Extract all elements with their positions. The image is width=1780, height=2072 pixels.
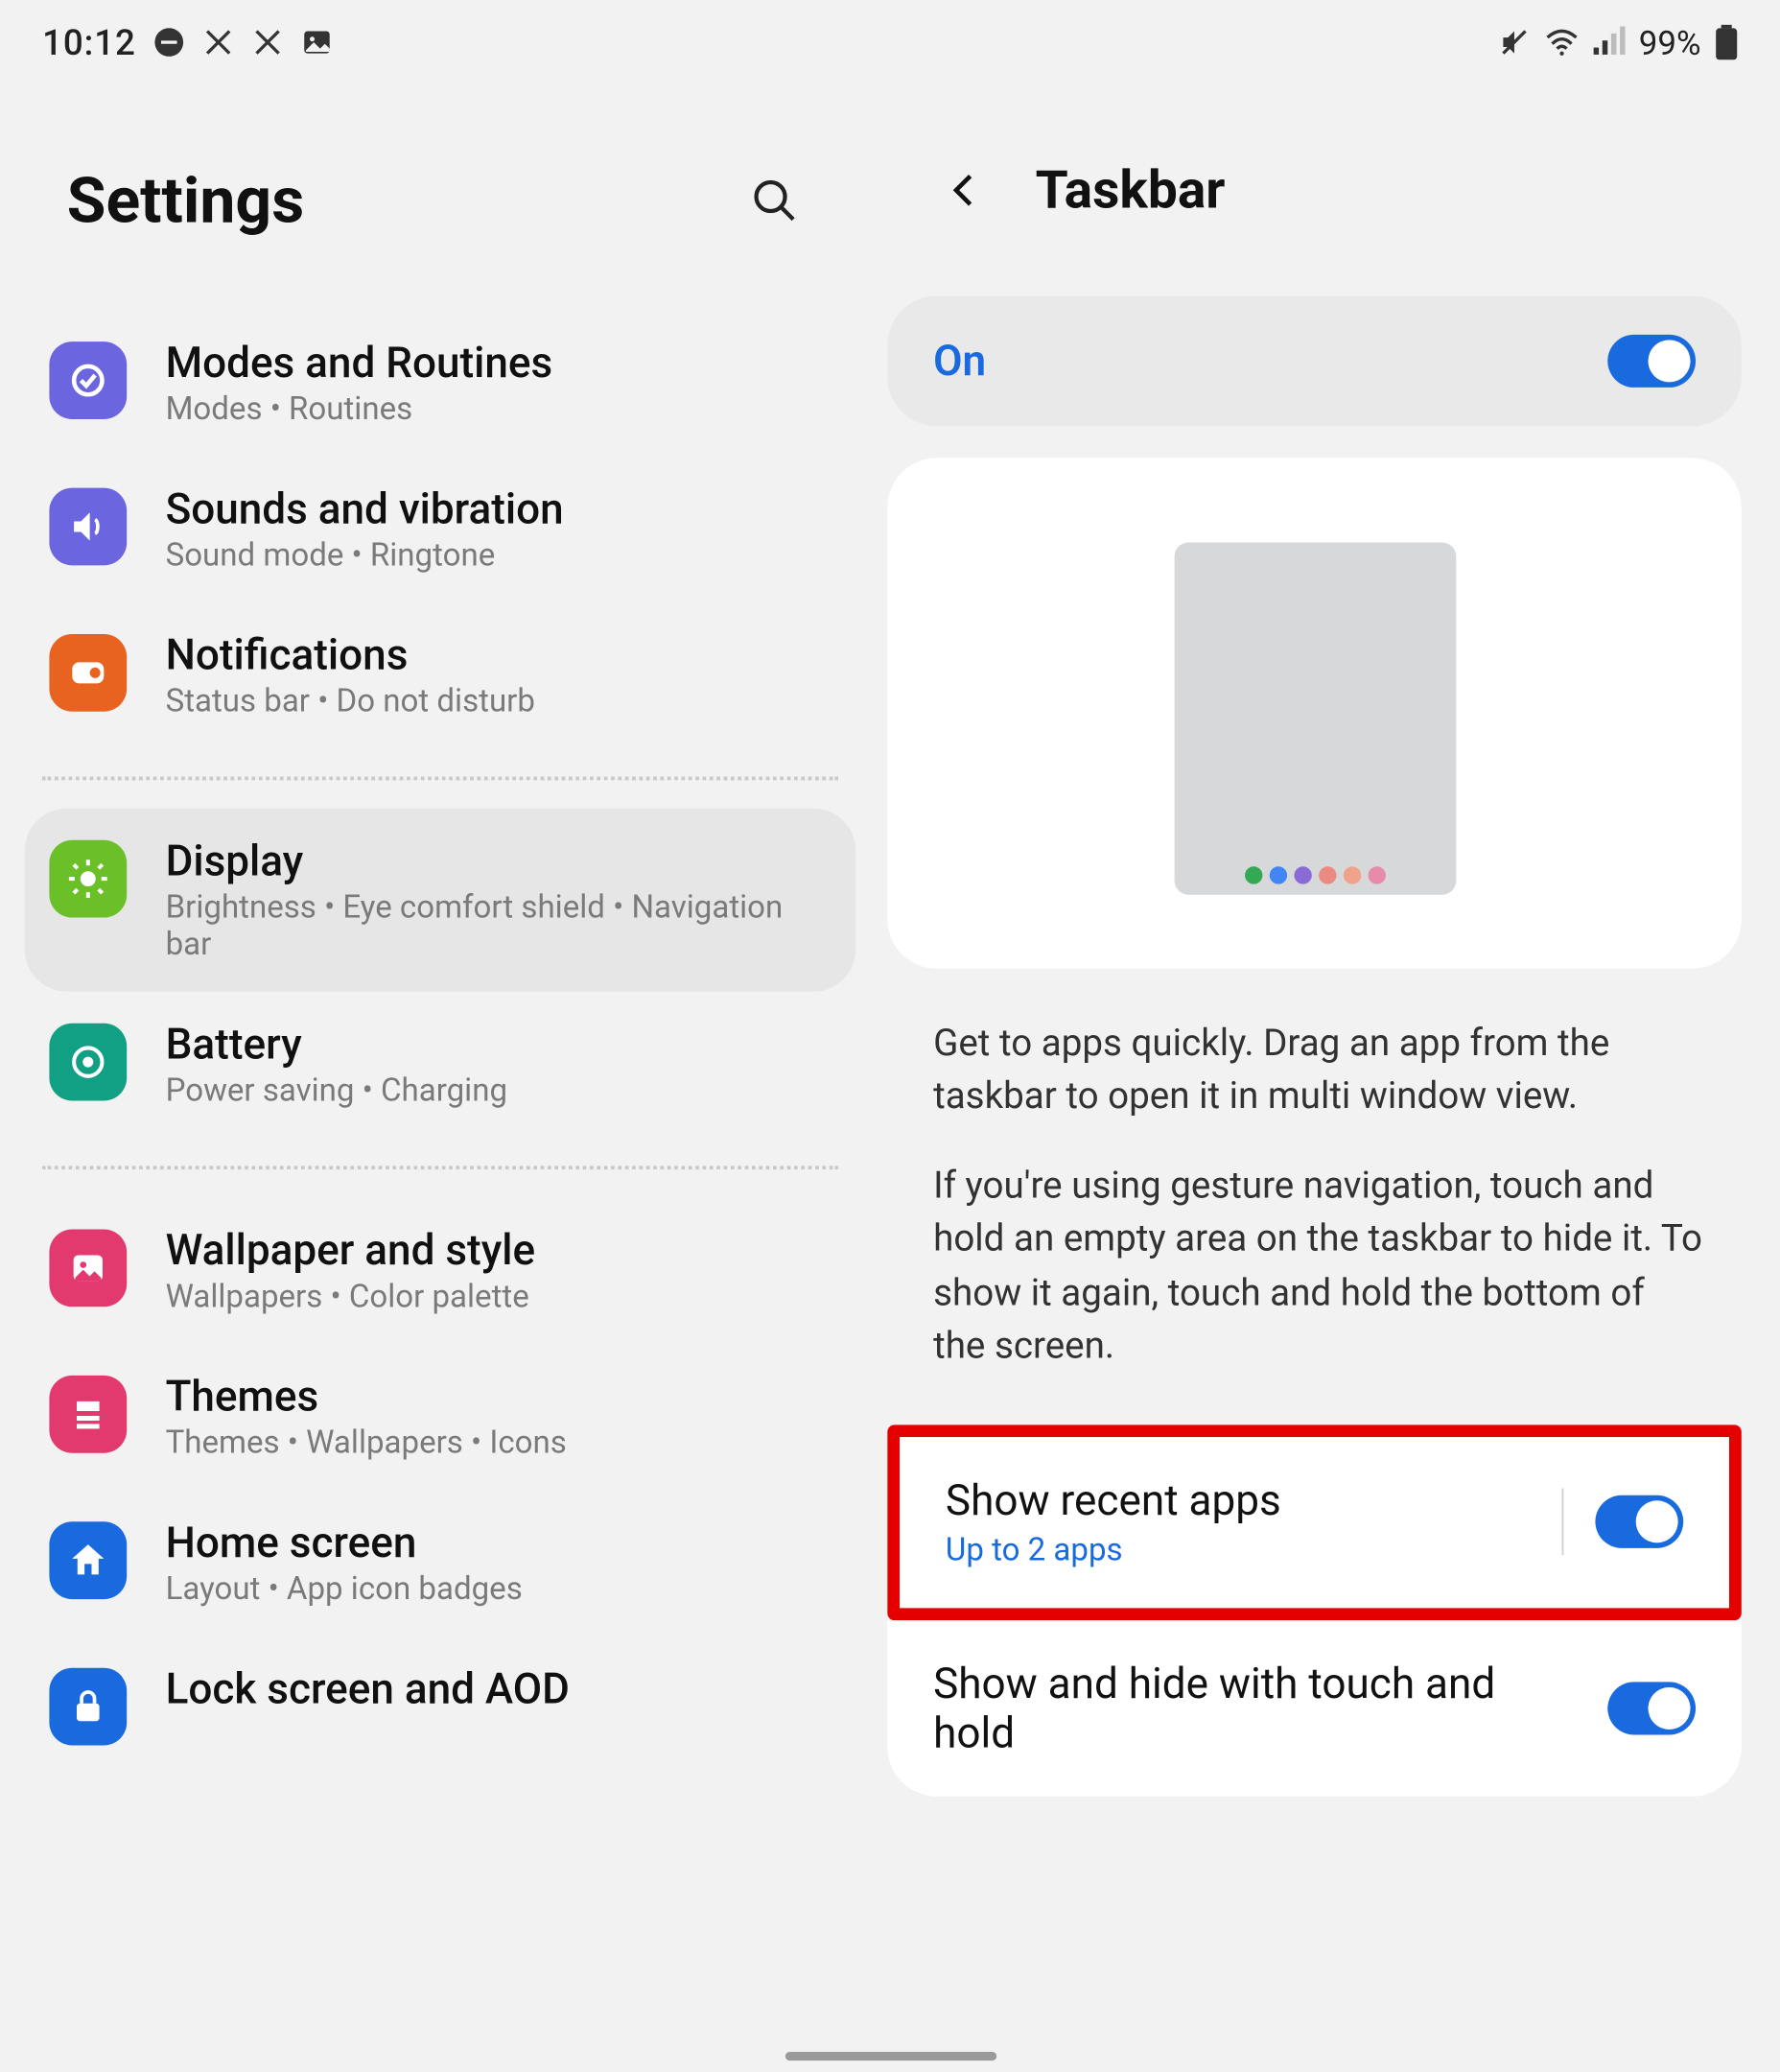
setting-row-recent[interactable]: Show recent apps Up to 2 apps bbox=[900, 1436, 1729, 1607]
settings-item-title: Notifications bbox=[166, 630, 535, 679]
battery-pct: 99% bbox=[1639, 22, 1701, 62]
settings-item-title: Sounds and vibration bbox=[166, 484, 564, 533]
settings-item-title: Battery bbox=[166, 1020, 507, 1069]
settings-item-sub: Modes • Routines bbox=[166, 391, 553, 429]
preview-taskbar bbox=[1174, 866, 1456, 883]
settings-item-sub: Brightness • Eye comfort shield • Naviga… bbox=[166, 889, 831, 963]
settings-left-pane: Settings Modes and RoutinesModes • Routi… bbox=[0, 84, 880, 2067]
setting-row-title: Show and hide with touch and hold bbox=[933, 1659, 1576, 1757]
settings-item-title: Themes bbox=[166, 1372, 567, 1421]
image-icon bbox=[49, 1230, 127, 1307]
status-time: 10:12 bbox=[42, 21, 136, 63]
taskbar-preview bbox=[887, 458, 1741, 968]
wifi-icon bbox=[1544, 27, 1580, 59]
taskbar-description: Get to apps quickly. Drag an app from th… bbox=[880, 1001, 1755, 1424]
settings-item-modes[interactable]: Modes and RoutinesModes • Routines bbox=[25, 310, 856, 456]
dnd-icon bbox=[153, 27, 185, 59]
settings-item-sub: Sound mode • Ringtone bbox=[166, 537, 564, 575]
settings-item-home[interactable]: Home screen Layout • App icon badges bbox=[25, 1490, 856, 1636]
x-icon bbox=[252, 27, 284, 59]
home-icon bbox=[49, 1521, 127, 1599]
master-toggle-switch[interactable] bbox=[1607, 335, 1696, 388]
master-toggle-label: On bbox=[933, 337, 1607, 386]
setting-row-title: Show recent apps bbox=[946, 1475, 1531, 1524]
settings-item-title: Home screen bbox=[166, 1519, 523, 1567]
lock-icon bbox=[49, 1668, 127, 1746]
battery-icon bbox=[1715, 25, 1738, 60]
modes-icon bbox=[49, 341, 127, 419]
settings-item-sounds[interactable]: Sounds and vibration Sound mode • Rington… bbox=[25, 457, 856, 602]
gesture-bar bbox=[785, 2052, 995, 2060]
settings-item-wallpaper[interactable]: Wallpaper and style Wallpapers • Color pa… bbox=[25, 1197, 856, 1343]
taskbar-right-pane: Taskbar On Get to apps quickly. Drag an … bbox=[880, 84, 1780, 2067]
sound-icon bbox=[49, 488, 127, 566]
setting-toggle-touchhold[interactable] bbox=[1607, 1682, 1696, 1734]
settings-item-title: Lock screen and AOD bbox=[166, 1664, 570, 1713]
settings-item-sub: Themes • Wallpapers • Icons bbox=[166, 1424, 567, 1462]
battery-icon bbox=[49, 1024, 127, 1101]
notif-icon bbox=[49, 634, 127, 712]
settings-rows-card: Show and hide with touch and hold bbox=[887, 1619, 1741, 1796]
setting-row-sub: Up to 2 apps bbox=[946, 1532, 1531, 1569]
settings-title: Settings bbox=[67, 164, 737, 238]
mute-icon bbox=[1498, 27, 1530, 59]
setting-row-touchhold[interactable]: Show and hide with touch and hold bbox=[887, 1619, 1741, 1796]
settings-item-themes[interactable]: ThemesThemes • Wallpapers • Icons bbox=[25, 1344, 856, 1490]
detail-title: Taskbar bbox=[1036, 159, 1226, 221]
highlighted-setting: Show recent apps Up to 2 apps bbox=[887, 1424, 1741, 1620]
settings-item-sub: Wallpapers • Color palette bbox=[166, 1279, 536, 1316]
row-separator bbox=[1562, 1489, 1564, 1556]
settings-item-display[interactable]: DisplayBrightness • Eye comfort shield •… bbox=[25, 809, 856, 992]
settings-item-title: Modes and Routines bbox=[166, 339, 553, 388]
search-button[interactable] bbox=[736, 162, 813, 240]
chevron-left-icon bbox=[944, 169, 986, 211]
sun-icon bbox=[49, 840, 127, 918]
settings-item-lock[interactable]: Lock screen and AOD bbox=[25, 1636, 856, 1774]
x-icon bbox=[203, 27, 235, 59]
preview-device bbox=[1174, 542, 1456, 894]
master-toggle-card: On bbox=[887, 295, 1741, 426]
settings-item-title: Display bbox=[166, 836, 831, 885]
status-bar: 10:12 99% bbox=[0, 0, 1780, 84]
settings-item-sub: Layout • App icon badges bbox=[166, 1571, 523, 1609]
settings-item-notif[interactable]: Notifications Status bar • Do not disturb bbox=[25, 602, 856, 748]
settings-item-title: Wallpaper and style bbox=[166, 1226, 536, 1275]
setting-toggle-recent[interactable] bbox=[1595, 1495, 1683, 1548]
image-icon bbox=[301, 27, 333, 59]
back-button[interactable] bbox=[929, 155, 999, 225]
settings-item-sub: Power saving • Charging bbox=[166, 1072, 507, 1110]
settings-item-battery[interactable]: BatteryPower saving • Charging bbox=[25, 992, 856, 1138]
signal-icon bbox=[1593, 27, 1625, 59]
search-icon bbox=[750, 177, 799, 225]
settings-item-sub: Status bar • Do not disturb bbox=[166, 683, 535, 720]
theme-icon bbox=[49, 1376, 127, 1453]
